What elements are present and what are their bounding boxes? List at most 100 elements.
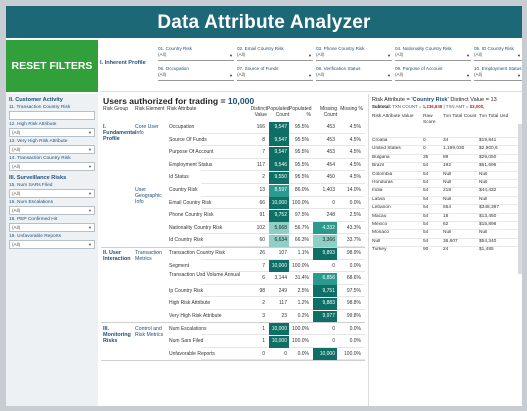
filter-2[interactable]: 02. Email Country Risk (All) ▼	[237, 46, 313, 68]
main-title: Users authorized for trading = 10,000	[103, 96, 254, 106]
filter-4[interactable]: 04. Nationality Country Risk (All) ▼	[395, 46, 471, 68]
filter-8[interactable]: 08. Verification Status (All) ▼	[316, 66, 392, 88]
sidebar-filter-select[interactable]: (All) ▼	[9, 145, 95, 154]
table-cell[interactable]: High Risk Attribute	[167, 297, 247, 310]
table-cell: 9,751	[322, 287, 335, 294]
filter-select[interactable]: (All) ▼	[474, 72, 522, 81]
sidebar-filter-label: 19. Unfavorable Reports	[9, 234, 61, 239]
detail-cell[interactable]: Monaco	[372, 230, 422, 235]
table-cell[interactable]: Country Risk	[167, 184, 247, 197]
filter-select[interactable]: (All) ▼	[237, 52, 313, 61]
sidebar-filter-select[interactable]	[9, 111, 95, 120]
detail-cell[interactable]: Lebanon	[372, 205, 422, 210]
column-header[interactable]: Risk Group	[103, 106, 135, 112]
sidebar-filter-label: 14. Transaction Country Risk	[9, 156, 71, 161]
filter-select[interactable]: (All) ▼	[474, 52, 522, 61]
detail-cell: Null	[443, 171, 452, 177]
detail-cell: $29,050	[479, 154, 497, 160]
detail-cell[interactable]: Null	[372, 239, 422, 244]
detail-cell: 1,199,030	[443, 146, 465, 152]
sidebar-filter-select[interactable]: (All) ▼	[9, 128, 95, 137]
table-cell[interactable]: Num Escalations	[167, 323, 247, 336]
table-cell[interactable]: Email Country Risk	[167, 197, 247, 210]
table-cell[interactable]: Purpose Of Account	[167, 146, 247, 159]
table-cell[interactable]: Employment Status	[167, 159, 247, 172]
table-cell[interactable]: Ip Country Risk	[167, 285, 247, 298]
column-header[interactable]: Missing %	[337, 106, 363, 112]
table-cell: 9,550	[274, 174, 287, 181]
sidebar-filter-select[interactable]: (All) ▼	[9, 162, 95, 171]
sidebar-filter-select[interactable]: (All) ▼	[9, 189, 95, 198]
detail-cell[interactable]: Latvia	[372, 197, 422, 202]
table-cell: 0.0%	[349, 199, 361, 206]
table-cell: 68.6%	[346, 275, 361, 282]
filter-1[interactable]: 01. Country Risk (All) ▼	[158, 46, 234, 68]
table-cell[interactable]: Phone Country Risk	[167, 209, 247, 222]
table-cell[interactable]: Occupation	[167, 121, 247, 134]
filter-select[interactable]: (All) ▼	[237, 72, 313, 81]
sidebar-filter-select[interactable]: (All) ▼	[9, 206, 95, 215]
chevron-down-icon: ▼	[387, 73, 391, 78]
filter-select[interactable]: (All) ▼	[158, 52, 234, 61]
column-header[interactable]: Populated Count	[267, 106, 290, 118]
table-cell[interactable]: Source Of Funds	[167, 134, 247, 147]
column-header[interactable]: Risk Element	[135, 106, 167, 112]
chevron-down-icon: ▼	[88, 164, 92, 169]
txn-amt-label: | TXN AMT =	[442, 104, 470, 109]
filter-10[interactable]: 10. Employment Status (All) ▼	[474, 66, 522, 88]
detail-cell[interactable]: Macau	[372, 214, 422, 219]
table-cell[interactable]: Unfavorable Reports	[167, 348, 247, 361]
filter-9[interactable]: 09. Purpose of Account (All) ▼	[395, 66, 471, 88]
table-cell: 10,000	[271, 325, 287, 332]
table-cell[interactable]: Segment	[167, 260, 247, 273]
sidebar-filter-select[interactable]: (All) ▼	[9, 223, 95, 232]
filter-5[interactable]: 05. ID Country Risk (All) ▼	[474, 46, 522, 68]
table-cell[interactable]: Very High Risk Attribute	[167, 310, 247, 323]
filter-3[interactable]: 03. Phone Country Risk (All) ▼	[316, 46, 392, 68]
filter-select[interactable]: (All) ▼	[316, 52, 392, 61]
filter-6[interactable]: 06. Occupation (All) ▼	[158, 66, 234, 88]
detail-column-header[interactable]: Raw Score	[423, 114, 441, 125]
detail-cell[interactable]: United States	[372, 146, 422, 151]
detail-scrollbar[interactable]	[518, 124, 522, 274]
column-header[interactable]: Missing Count	[311, 106, 337, 118]
table-cell[interactable]: Num Sars Filed	[167, 335, 247, 348]
detail-cell[interactable]: Colombia	[372, 172, 422, 177]
table-cell: 10,000	[271, 262, 287, 269]
table-cell[interactable]: Transaction Usd Volume Annual	[167, 272, 247, 278]
filter-select[interactable]: (All) ▼	[395, 72, 471, 81]
detail-cell[interactable]: Brazil	[372, 163, 422, 168]
reset-filters-button[interactable]: RESET FILTERS	[6, 40, 98, 92]
table-cell[interactable]: Nationality Country Risk	[167, 222, 247, 235]
detail-cell: 192	[443, 163, 452, 169]
table-cell[interactable]: Id Country Risk	[167, 234, 247, 247]
table-cell[interactable]: Transaction Country Risk	[167, 247, 247, 260]
detail-cell[interactable]: Croatia	[372, 138, 422, 143]
detail-cell[interactable]: Mexico	[372, 222, 422, 227]
table-cell: 14.0%	[346, 187, 361, 193]
table-cell[interactable]: Id Status	[167, 171, 247, 184]
column-header[interactable]: Risk Attribute	[167, 106, 247, 112]
table-cell: 43.3%	[346, 224, 361, 231]
detail-cell[interactable]: Turkey	[372, 247, 422, 252]
filter-select[interactable]: (All) ▼	[158, 72, 234, 81]
detail-column-header[interactable]: Risk Attribute Value	[372, 114, 422, 120]
table-cell: 3	[262, 313, 265, 319]
detail-cell[interactable]: India	[372, 188, 422, 193]
detail-cell: Null	[479, 196, 488, 202]
column-header[interactable]: Distinct Value	[247, 106, 267, 118]
detail-column-header[interactable]: Txn Total Usd	[479, 114, 519, 120]
table-cell: 9,547	[274, 136, 287, 143]
chevron-down-icon: ▼	[466, 53, 470, 58]
filter-select[interactable]: (All) ▼	[316, 72, 392, 81]
detail-cell[interactable]: Honduras	[372, 180, 422, 185]
sidebar-filter-value: (All)	[12, 242, 21, 247]
sidebar-filter-select[interactable]: (All) ▼	[9, 240, 95, 249]
column-header[interactable]: Populated %	[289, 106, 312, 118]
filter-7[interactable]: 07. Source of Funds (All) ▼	[237, 66, 313, 88]
txn-count-label: TXN COUNT =	[391, 104, 423, 109]
filter-select[interactable]: (All) ▼	[395, 52, 471, 61]
detail-cell[interactable]: Bulgaria	[372, 155, 422, 160]
detail-column-header[interactable]: Txn Total Count	[443, 114, 477, 120]
table-cell: 86.0%	[294, 187, 309, 193]
